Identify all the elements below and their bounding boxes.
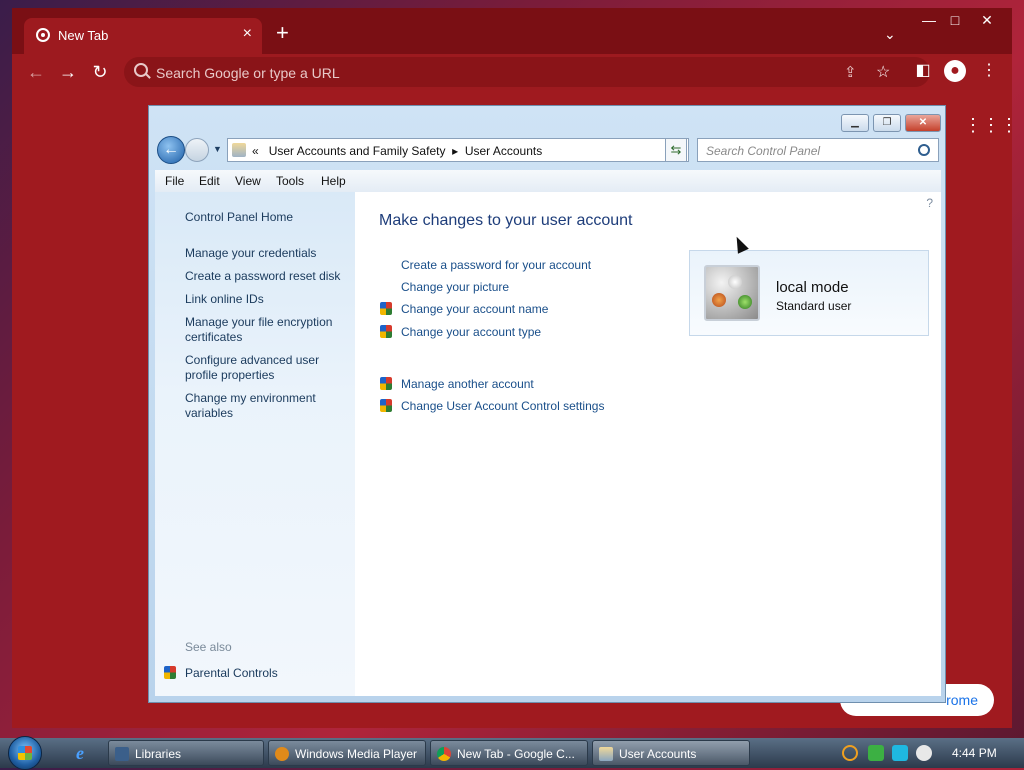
uac-settings-link[interactable]: Change User Account Control settings xyxy=(401,399,604,413)
advanced-user-profile-link[interactable]: Configure advanced user profile properti… xyxy=(185,353,345,383)
avatar xyxy=(704,265,760,321)
start-button[interactable] xyxy=(8,736,42,770)
search-icon xyxy=(134,63,148,77)
cp-close-button[interactable]: ✕ xyxy=(905,114,941,132)
taskbar-label: User Accounts xyxy=(619,747,697,761)
cp-restore-button[interactable]: ❐ xyxy=(873,114,901,132)
menu-help[interactable]: Help xyxy=(321,174,346,188)
menu-file[interactable]: File xyxy=(165,174,184,188)
breadcrumb-user-accounts[interactable]: User Accounts xyxy=(465,144,542,158)
close-button[interactable]: ✕ xyxy=(974,10,1000,30)
user-accounts-window: ▁ ❐ ✕ ← ▼ « User Accounts and Family Saf… xyxy=(148,105,946,703)
back-arrow-icon[interactable]: ← xyxy=(24,60,48,84)
breadcrumb-overflow[interactable]: « xyxy=(252,144,259,158)
search-placeholder: Search Control Panel xyxy=(706,144,821,158)
breadcrumb-separator: ▸ xyxy=(452,144,459,158)
link-online-ids-link[interactable]: Link online IDs xyxy=(185,292,345,307)
bookmark-star-icon[interactable]: ☆ xyxy=(876,62,890,82)
user-account-card: local mode Standard user xyxy=(689,250,929,336)
shield-icon xyxy=(380,325,392,338)
change-picture-link[interactable]: Change your picture xyxy=(401,280,509,294)
account-type: Standard user xyxy=(776,299,852,313)
shield-icon xyxy=(380,377,392,390)
control-panel-icon xyxy=(232,143,246,157)
forward-button[interactable] xyxy=(185,138,209,162)
profile-avatar-icon[interactable]: ● xyxy=(944,60,966,82)
cp-minimize-button[interactable]: ▁ xyxy=(841,114,869,132)
tab-new-tab[interactable]: New Tab × xyxy=(24,18,262,54)
clock[interactable]: 4:44 PM xyxy=(952,746,997,760)
main-content: ? Make changes to your user account Crea… xyxy=(355,192,941,696)
password-reset-disk-link[interactable]: Create a password reset disk xyxy=(185,269,345,284)
media-player-icon xyxy=(275,747,289,761)
user-accounts-icon xyxy=(599,747,613,761)
address-bar[interactable]: « User Accounts and Family Safety ▸ User… xyxy=(227,138,689,162)
internet-explorer-icon[interactable]: e xyxy=(70,743,90,763)
search-icon[interactable] xyxy=(918,144,930,156)
chrome-icon xyxy=(36,28,50,42)
change-account-name-link[interactable]: Change your account name xyxy=(401,302,548,316)
back-button[interactable]: ← xyxy=(157,136,185,164)
new-tab-button[interactable]: + xyxy=(276,22,289,44)
create-password-link[interactable]: Create a password for your account xyxy=(401,258,591,272)
menu-view[interactable]: View xyxy=(235,174,261,188)
shield-icon xyxy=(380,302,392,315)
menu-bar: File Edit View Tools Help xyxy=(155,170,941,193)
refresh-icon[interactable]: ⇆ xyxy=(665,138,687,162)
search-control-panel-input[interactable]: Search Control Panel xyxy=(697,138,939,162)
apps-grid-icon[interactable]: ⋮⋮⋮ xyxy=(964,114,1018,136)
shield-icon xyxy=(164,666,176,679)
volume-tray-icon[interactable] xyxy=(916,745,932,761)
tab-search-chevron-icon[interactable]: ⌄ xyxy=(884,26,896,43)
taskbar-user-accounts[interactable]: User Accounts xyxy=(592,740,750,766)
customize-chrome-label: rome xyxy=(946,692,978,708)
tab-title: New Tab xyxy=(58,28,109,43)
recent-pages-dropdown-icon[interactable]: ▼ xyxy=(213,144,222,154)
forward-arrow-icon[interactable]: → xyxy=(56,60,80,84)
search-tray-icon[interactable] xyxy=(842,745,858,761)
control-panel-home-link[interactable]: Control Panel Home xyxy=(185,210,345,225)
menu-edit[interactable]: Edit xyxy=(199,174,220,188)
chrome-icon xyxy=(437,747,451,761)
chrome-titlebar: New Tab × + ⌄ — □ ✕ xyxy=(12,8,1012,54)
chrome-toolbar: ← → ↻ Search Google or type a URL ⇪ ☆ ◧ … xyxy=(12,54,1012,90)
manage-credentials-link[interactable]: Manage your credentials xyxy=(185,246,345,261)
reload-icon[interactable]: ↻ xyxy=(88,60,112,84)
taskbar-label: Windows Media Player xyxy=(295,747,418,761)
share-icon[interactable]: ⇪ xyxy=(844,63,857,81)
taskbar-label: New Tab - Google C... xyxy=(457,747,575,761)
parental-controls-link[interactable]: Parental Controls xyxy=(185,666,345,681)
network-tray-icon[interactable] xyxy=(868,745,884,761)
account-name: local mode xyxy=(776,279,849,296)
omnibox-placeholder: Search Google or type a URL xyxy=(156,65,340,81)
page-title: Make changes to your user account xyxy=(379,212,633,229)
environment-variables-link[interactable]: Change my environment variables xyxy=(185,391,345,421)
display-tray-icon[interactable] xyxy=(892,745,908,761)
omnibox[interactable]: Search Google or type a URL ⇪ ☆ xyxy=(124,57,930,87)
cp-navigation-bar: ← ▼ « User Accounts and Family Safety ▸ … xyxy=(155,134,939,166)
change-account-type-link[interactable]: Change your account type xyxy=(401,325,541,339)
shield-icon xyxy=(380,399,392,412)
left-task-pane: Control Panel Home Manage your credentia… xyxy=(155,192,355,696)
tab-close-icon[interactable]: × xyxy=(243,25,252,43)
help-icon[interactable]: ? xyxy=(926,196,933,210)
file-encryption-certificates-link[interactable]: Manage your file encryption certificates xyxy=(185,315,345,345)
libraries-icon xyxy=(115,747,129,761)
side-panel-icon[interactable]: ◧ xyxy=(912,60,934,82)
see-also-heading: See also xyxy=(185,640,232,654)
menu-tools[interactable]: Tools xyxy=(276,174,304,188)
taskbar-label: Libraries xyxy=(135,747,182,761)
taskbar-chrome[interactable]: New Tab - Google C... xyxy=(430,740,588,766)
taskbar-windows-media-player[interactable]: Windows Media Player xyxy=(268,740,426,766)
minimize-button[interactable]: — xyxy=(916,10,942,30)
manage-another-account-link[interactable]: Manage another account xyxy=(401,377,534,391)
taskbar: e Libraries Windows Media Player New Tab… xyxy=(0,736,1024,770)
breadcrumb-user-accounts-family-safety[interactable]: User Accounts and Family Safety xyxy=(269,144,446,158)
menu-kebab-icon[interactable]: ⋮ xyxy=(978,60,1000,82)
taskbar-libraries[interactable]: Libraries xyxy=(108,740,264,766)
maximize-button[interactable]: □ xyxy=(942,10,968,30)
